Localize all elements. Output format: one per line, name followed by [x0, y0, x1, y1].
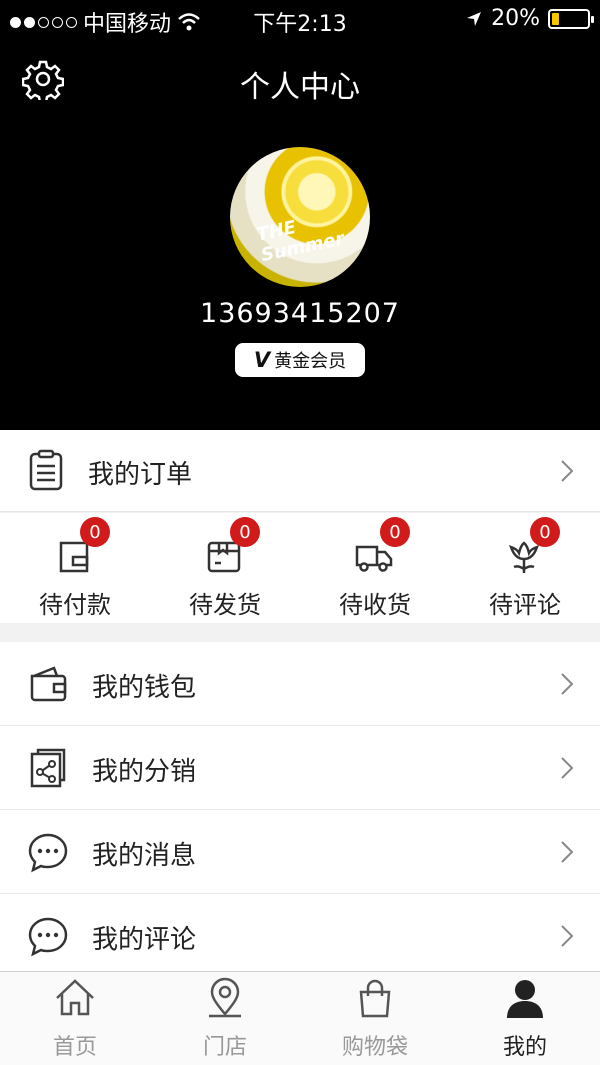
my-orders-label: 我的订单: [88, 460, 193, 490]
tab-shopping-bag[interactable]: 购物袋: [300, 972, 450, 1065]
tab-home[interactable]: 首页: [0, 972, 150, 1065]
chevron-right-icon: [561, 841, 574, 863]
chat-icon: [28, 917, 68, 957]
tab-label: 门店: [202, 1035, 247, 1060]
menu-list: 我的钱包 我的分销 我的消息 我的评论: [0, 642, 600, 978]
member-badge: V 黄金会员: [235, 343, 365, 377]
home-icon: [56, 979, 94, 1016]
chevron-right-icon: [561, 757, 574, 779]
chat-icon: [28, 833, 68, 873]
tab-bar: 首页 门店 购物袋 我的: [0, 971, 600, 1065]
count-badge: 0: [80, 517, 110, 547]
user-icon: [507, 980, 543, 1018]
count-badge: 0: [530, 517, 560, 547]
chevron-right-icon: [561, 673, 574, 695]
menu-item-distribution[interactable]: 我的分销: [0, 726, 600, 810]
avatar-caption: THE Summer: [254, 216, 347, 267]
location-icon: [209, 977, 241, 1018]
menu-item-reviews[interactable]: 我的评论: [0, 894, 600, 978]
tab-stores[interactable]: 门店: [150, 972, 300, 1065]
tab-mine[interactable]: 我的: [450, 972, 600, 1065]
member-level: 黄金会员: [274, 351, 347, 372]
share-icon: [30, 748, 66, 788]
status-pending-shipment[interactable]: 0 待发货: [150, 513, 300, 623]
status-label: 待发货: [189, 591, 261, 619]
count-badge: 0: [230, 517, 260, 547]
tab-label: 我的: [502, 1035, 547, 1060]
status-bar-right: 20%: [465, 6, 594, 31]
menu-label: 我的分销: [92, 757, 197, 787]
battery-level: [552, 12, 559, 25]
vip-icon: V: [253, 348, 271, 372]
menu-label: 我的钱包: [92, 673, 197, 703]
location-arrow-icon: [467, 11, 482, 26]
order-status-bar: 0 待付款 0 待发货 0 待收货 0 待评论: [0, 513, 600, 623]
profile-header: 个人中心 THE Summer 13693415207 V 黄金会员: [0, 40, 600, 430]
menu-label: 我的消息: [92, 841, 197, 871]
status-label: 待收货: [339, 591, 411, 619]
bag-icon: [359, 979, 391, 1018]
status-pending-review[interactable]: 0 待评论: [450, 513, 600, 623]
status-pending-receipt[interactable]: 0 待收货: [300, 513, 450, 623]
battery-percent: 20%: [491, 6, 540, 31]
user-phone: 13693415207: [200, 298, 400, 329]
tab-label: 购物袋: [341, 1035, 408, 1060]
menu-label: 我的评论: [92, 925, 197, 955]
menu-item-wallet[interactable]: 我的钱包: [0, 642, 600, 726]
menu-item-messages[interactable]: 我的消息: [0, 810, 600, 894]
status-label: 待评论: [489, 591, 561, 619]
chevron-right-icon: [561, 925, 574, 947]
tab-label: 首页: [52, 1035, 97, 1060]
clipboard-icon: [29, 449, 63, 491]
status-label: 待付款: [39, 591, 111, 619]
wallet-icon: [30, 666, 67, 702]
status-bar: 中国移动 下午2:13 20%: [0, 0, 600, 40]
avatar[interactable]: THE Summer: [230, 147, 370, 287]
chevron-right-icon: [561, 460, 574, 482]
battery-icon: [548, 8, 594, 29]
page-title: 个人中心: [240, 70, 360, 105]
status-pending-payment[interactable]: 0 待付款: [0, 513, 150, 623]
my-orders-row[interactable]: 我的订单: [0, 430, 600, 512]
count-badge: 0: [380, 517, 410, 547]
